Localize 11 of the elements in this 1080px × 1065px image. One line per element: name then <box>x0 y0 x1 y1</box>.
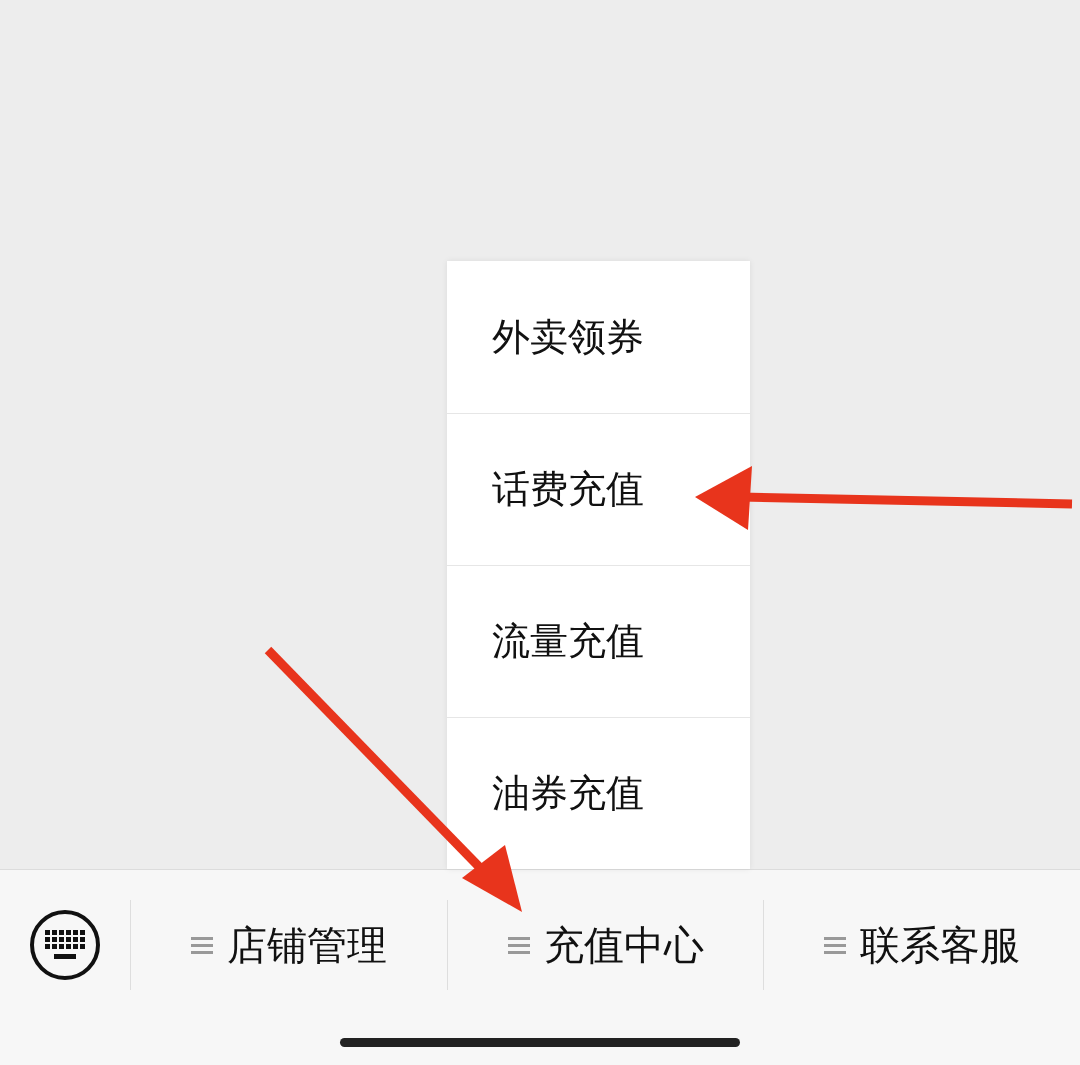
menu-icon <box>507 936 530 954</box>
submenu-item[interactable]: 流量充值 <box>446 565 750 717</box>
menu-tab[interactable]: 充值中心 <box>507 915 704 975</box>
menu-icon <box>190 936 213 954</box>
menu-icon <box>824 936 847 954</box>
submenu-item[interactable]: 外卖领券 <box>446 261 750 413</box>
submenu-item[interactable]: 话费充值 <box>446 413 750 565</box>
keyboard-icon <box>28 908 102 982</box>
menu-tab[interactable]: 联系客服 <box>824 915 1021 975</box>
submenu-item[interactable]: 油券充值 <box>446 717 750 869</box>
menu-tab[interactable]: 店铺管理 <box>190 915 387 975</box>
